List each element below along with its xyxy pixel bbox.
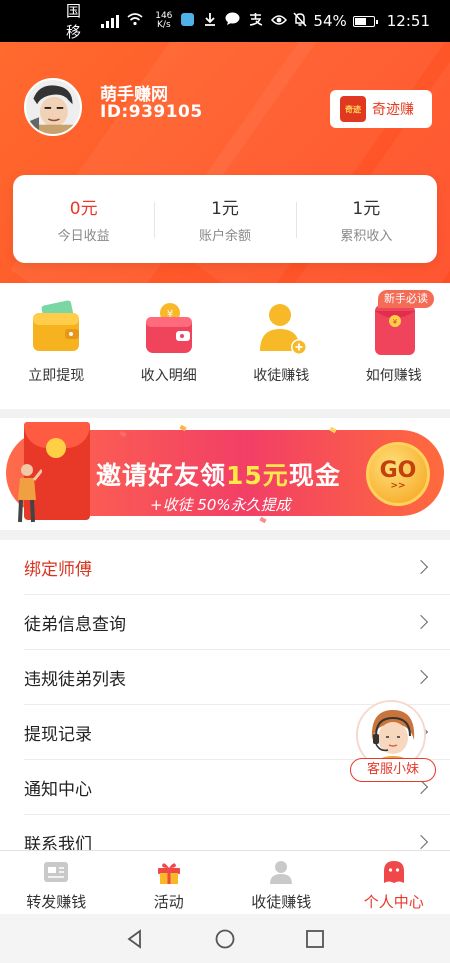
banner-title: 邀请好友领15元现金 — [96, 461, 341, 490]
qiji-button-label: 奇迹赚 — [372, 102, 414, 118]
message-icon — [225, 12, 240, 30]
chevron-right-icon — [413, 559, 429, 575]
customer-service-button[interactable]: 客服小妹 — [350, 700, 436, 784]
quick-action-label: 收入明细 — [140, 368, 197, 384]
quick-action-label: 立即提现 — [28, 368, 85, 384]
battery-icon — [352, 15, 378, 27]
network-speed: 146 K/s — [155, 11, 173, 30]
signal-icon — [101, 14, 120, 28]
gift-icon — [157, 863, 180, 884]
stat-total-income[interactable]: 1元 累积收入 — [295, 194, 437, 244]
qiji-zhuan-button[interactable]: 奇迹 奇迹赚 — [330, 90, 432, 128]
banner-subtitle: +收徒 50%永久提成 — [150, 496, 291, 514]
avatar[interactable] — [24, 78, 82, 136]
wallet-icon — [27, 299, 85, 357]
menu-item-apprentice-query[interactable]: 徒弟信息查询 — [24, 595, 450, 650]
share-card-icon — [44, 862, 69, 882]
nav-tab-label: 转发赚钱 — [26, 893, 87, 911]
chevron-right-icon — [413, 834, 429, 850]
qiji-logo-icon: 奇迹 — [340, 96, 366, 122]
customer-service-label: 客服小妹 — [350, 758, 436, 782]
nav-tab-label: 活动 — [153, 893, 184, 911]
clock-time: 12:51 — [386, 12, 430, 30]
battery-percent: 54% — [313, 12, 347, 30]
quick-action-label: 如何赚钱 — [365, 368, 422, 384]
menu-item-label: 提现记录 — [24, 724, 92, 745]
nav-tab-share-earn[interactable]: 转发赚钱 — [0, 851, 113, 914]
bottom-navigation: 转发赚钱 活动 收徒赚钱 个人中心 — [0, 850, 450, 914]
menu-item-label: 徒弟信息查询 — [24, 614, 126, 635]
chevron-right-icon — [413, 669, 429, 685]
svg-text:¥: ¥ — [393, 318, 398, 326]
quick-action-withdraw[interactable]: 立即提现 — [0, 283, 113, 409]
stat-value: 0元 — [69, 199, 98, 219]
menu-item-label: 违规徒弟列表 — [24, 669, 126, 690]
person-icon — [270, 861, 293, 884]
quick-action-label: 收徒赚钱 — [253, 368, 310, 384]
earnings-summary-card: 0元 今日收益 1元 账户余额 1元 累积收入 — [13, 175, 437, 263]
stat-label: 累积收入 — [340, 229, 393, 244]
alipay-icon — [248, 12, 263, 30]
menu-item-label: 通知中心 — [24, 779, 92, 800]
home-circle-icon[interactable] — [215, 929, 235, 949]
mute-bell-icon — [293, 11, 307, 31]
download-icon — [203, 12, 217, 31]
app-notification-icon — [180, 12, 195, 31]
nav-tab-label: 收徒赚钱 — [251, 893, 312, 911]
nav-tab-activity[interactable]: 活动 — [113, 851, 226, 914]
quick-action-income-detail[interactable]: ¥ 收入明细 — [113, 283, 226, 409]
stat-value: 1元 — [352, 199, 381, 219]
quick-action-recruit[interactable]: 收徒赚钱 — [225, 283, 338, 409]
person-illustration — [18, 464, 42, 523]
chevron-right-icon — [413, 614, 429, 630]
nav-tab-label: 个人中心 — [363, 893, 424, 911]
coin-purse-icon: ¥ — [140, 299, 198, 357]
profile-face-icon — [383, 861, 404, 883]
eye-comfort-icon — [271, 12, 288, 30]
add-person-icon — [252, 299, 310, 357]
user-id: ID:939105 — [100, 102, 203, 122]
stat-value: 1元 — [211, 199, 239, 219]
stat-today-earnings[interactable]: 0元 今日收益 — [13, 194, 154, 244]
stat-label: 今日收益 — [57, 229, 110, 244]
profile-header: 萌手赚网 ID:939105 奇迹 奇迹赚 0元 今日收益 1元 账户余额 1元… — [0, 42, 450, 283]
status-bar: 中国移动 146K/s 54% 12:51 — [0, 0, 450, 62]
nav-tab-profile[interactable]: 个人中心 — [338, 851, 450, 914]
back-triangle-icon[interactable] — [125, 928, 145, 949]
menu-item-violation-list[interactable]: 违规徒弟列表 — [24, 650, 450, 705]
wifi-icon — [127, 12, 143, 30]
system-navigation-bar — [0, 914, 450, 963]
stat-label: 账户余额 — [198, 229, 251, 244]
menu-item-bind-master[interactable]: 绑定师傅 — [24, 540, 450, 595]
nav-tab-recruit[interactable]: 收徒赚钱 — [225, 851, 338, 914]
new-user-badge: 新手必读 — [378, 290, 434, 308]
stat-account-balance[interactable]: 1元 账户余额 — [154, 194, 295, 244]
go-button[interactable]: GO >> — [366, 442, 430, 506]
recent-apps-square-icon[interactable] — [305, 929, 325, 949]
menu-item-label: 绑定师傅 — [24, 559, 92, 580]
invite-banner[interactable]: 邀请好友领15元现金 +收徒 50%永久提成 GO >> — [0, 418, 450, 530]
